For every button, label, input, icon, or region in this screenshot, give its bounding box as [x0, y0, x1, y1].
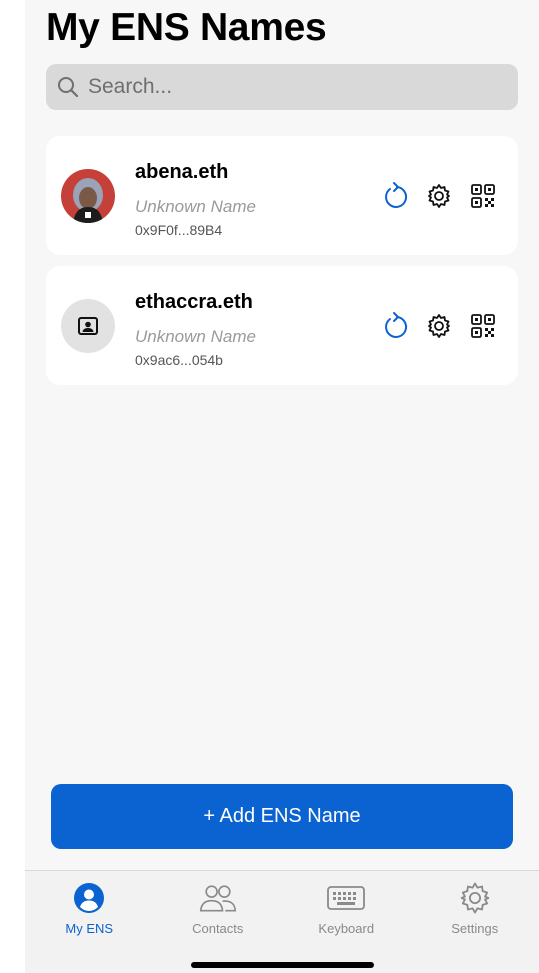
home-indicator [191, 962, 374, 968]
ens-name: abena.eth [135, 161, 229, 183]
refresh-icon[interactable] [380, 181, 410, 211]
contact-card-icon [78, 317, 98, 335]
qr-code-icon[interactable] [468, 311, 498, 341]
tab-my-ens[interactable]: My ENS [25, 871, 154, 973]
tab-label: My ENS [65, 921, 114, 936]
search-input[interactable]: Search... [88, 75, 172, 99]
wallet-address: 0x9ac6...054b [135, 352, 223, 368]
avatar [61, 299, 115, 353]
wallet-address: 0x9F0f...89B4 [135, 222, 223, 238]
person-circle-icon [69, 881, 109, 915]
tab-label: Keyboard [318, 921, 375, 936]
add-ens-name-button[interactable]: + Add ENS Name [51, 784, 513, 849]
tab-settings[interactable]: Settings [411, 871, 539, 973]
gear-icon [455, 881, 495, 915]
tab-contacts[interactable]: Contacts [154, 871, 283, 973]
people-icon [198, 881, 238, 915]
ens-name-card[interactable]: abena.eth Unknown Name 0x9F0f...89B4 [46, 136, 518, 255]
tab-bar: My ENS Contacts Keyboard Settings [25, 870, 539, 973]
tab-keyboard[interactable]: Keyboard [282, 871, 411, 973]
refresh-icon[interactable] [380, 311, 410, 341]
search-icon [58, 77, 79, 98]
avatar [61, 169, 115, 223]
tab-label: Settings [451, 921, 499, 936]
search-bar[interactable]: Search... [46, 64, 518, 110]
tab-label: Contacts [192, 921, 244, 936]
gear-icon[interactable] [424, 181, 454, 211]
display-name: Unknown Name [135, 327, 256, 346]
display-name: Unknown Name [135, 197, 256, 216]
avatar-image [61, 169, 115, 223]
qr-code-icon[interactable] [468, 181, 498, 211]
gear-icon[interactable] [424, 311, 454, 341]
ens-name-card[interactable]: ethaccra.eth Unknown Name 0x9ac6...054b [46, 266, 518, 385]
ens-name: ethaccra.eth [135, 291, 253, 313]
page-title: My ENS Names [46, 6, 327, 49]
keyboard-icon [326, 881, 366, 915]
app-screen: My ENS Names Search... abena.eth Unknown… [25, 0, 539, 973]
